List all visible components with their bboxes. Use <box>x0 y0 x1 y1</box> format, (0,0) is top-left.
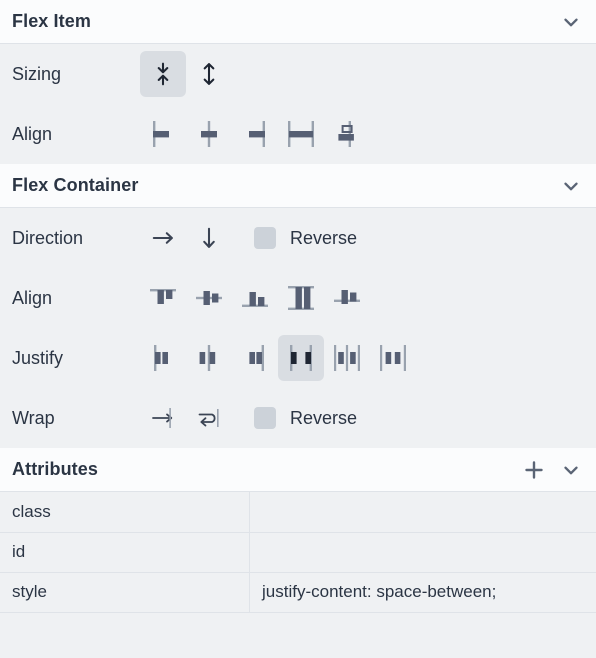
justify-button-group <box>140 335 416 381</box>
justify-center-icon[interactable] <box>186 335 232 381</box>
row-wrap: Wrap Reverse <box>0 388 596 448</box>
header-actions-attributes <box>522 458 582 482</box>
row-container-align: Align <box>0 268 596 328</box>
wrap-reverse-label: Reverse <box>290 407 358 428</box>
justify-flex-end-icon[interactable] <box>232 335 278 381</box>
align-items-stretch-icon[interactable] <box>278 275 324 321</box>
direction-column-icon[interactable] <box>186 215 232 261</box>
table-row[interactable]: id <box>0 532 596 573</box>
align-self-center-icon[interactable] <box>186 111 232 157</box>
justify-space-evenly-icon[interactable] <box>370 335 416 381</box>
attribute-name: id <box>0 532 250 573</box>
attribute-value[interactable] <box>249 492 596 533</box>
item-align-button-group <box>140 111 370 157</box>
row-direction: Direction Reverse <box>0 208 596 268</box>
align-items-flex-start-icon[interactable] <box>140 275 186 321</box>
direction-reverse-checkbox[interactable]: Reverse <box>254 227 357 249</box>
section-header-attributes[interactable]: Attributes <box>0 448 596 492</box>
row-label-container-align: Align <box>12 287 53 308</box>
table-row[interactable]: style justify-content: space-between; <box>0 572 596 613</box>
attribute-value[interactable]: justify-content: space-between; <box>249 572 596 613</box>
fit-content-icon[interactable] <box>140 51 186 97</box>
container-align-button-group <box>140 275 370 321</box>
row-label-justify: Justify <box>12 347 64 368</box>
header-actions-flex-container <box>560 175 582 197</box>
table-row[interactable]: class <box>0 492 596 533</box>
checkbox-box[interactable] <box>254 227 276 249</box>
checkbox-box[interactable] <box>254 407 276 429</box>
chevron-down-icon[interactable] <box>560 175 582 197</box>
align-self-flex-end-icon[interactable] <box>232 111 278 157</box>
row-label-direction: Direction <box>12 227 84 248</box>
attribute-name: style <box>0 572 250 613</box>
row-justify: Justify <box>0 328 596 388</box>
attributes-table: class id style justify-content: space-be… <box>0 492 596 613</box>
row-label-sizing: Sizing <box>12 63 62 84</box>
nowrap-icon[interactable] <box>140 395 186 441</box>
justify-space-around-icon[interactable] <box>324 335 370 381</box>
section-header-flex-item[interactable]: Flex Item <box>0 0 596 44</box>
wrap-button-group <box>140 395 232 441</box>
direction-reverse-label: Reverse <box>290 227 358 248</box>
align-items-center-icon[interactable] <box>186 275 232 321</box>
row-item-sizing: Sizing <box>0 44 596 104</box>
sizing-button-group <box>140 51 232 97</box>
align-self-flex-start-icon[interactable] <box>140 111 186 157</box>
direction-button-group <box>140 215 232 261</box>
align-items-baseline-icon[interactable] <box>324 275 370 321</box>
fill-space-icon[interactable] <box>186 51 232 97</box>
section-title-attributes: Attributes <box>12 459 98 479</box>
plus-icon[interactable] <box>522 458 546 482</box>
align-self-stretch-icon[interactable] <box>278 111 324 157</box>
section-title-flex-container: Flex Container <box>12 175 139 195</box>
header-actions-flex-item <box>560 11 582 33</box>
direction-row-icon[interactable] <box>140 215 186 261</box>
wrap-icon[interactable] <box>186 395 232 441</box>
chevron-down-icon[interactable] <box>560 459 582 481</box>
section-title-flex-item: Flex Item <box>12 11 91 31</box>
wrap-reverse-checkbox[interactable]: Reverse <box>254 407 357 429</box>
align-self-baseline-icon[interactable] <box>324 111 370 157</box>
section-header-flex-container[interactable]: Flex Container <box>0 164 596 208</box>
justify-space-between-icon[interactable] <box>278 335 324 381</box>
attribute-name: class <box>0 492 250 533</box>
row-item-align: Align <box>0 104 596 164</box>
attribute-value[interactable] <box>249 532 596 573</box>
align-items-flex-end-icon[interactable] <box>232 275 278 321</box>
justify-flex-start-icon[interactable] <box>140 335 186 381</box>
row-label-item-align: Align <box>12 123 53 144</box>
flex-properties-panel: Flex Item Sizing Align Flex Container Di… <box>0 0 596 658</box>
chevron-down-icon[interactable] <box>560 11 582 33</box>
row-label-wrap: Wrap <box>12 407 55 428</box>
